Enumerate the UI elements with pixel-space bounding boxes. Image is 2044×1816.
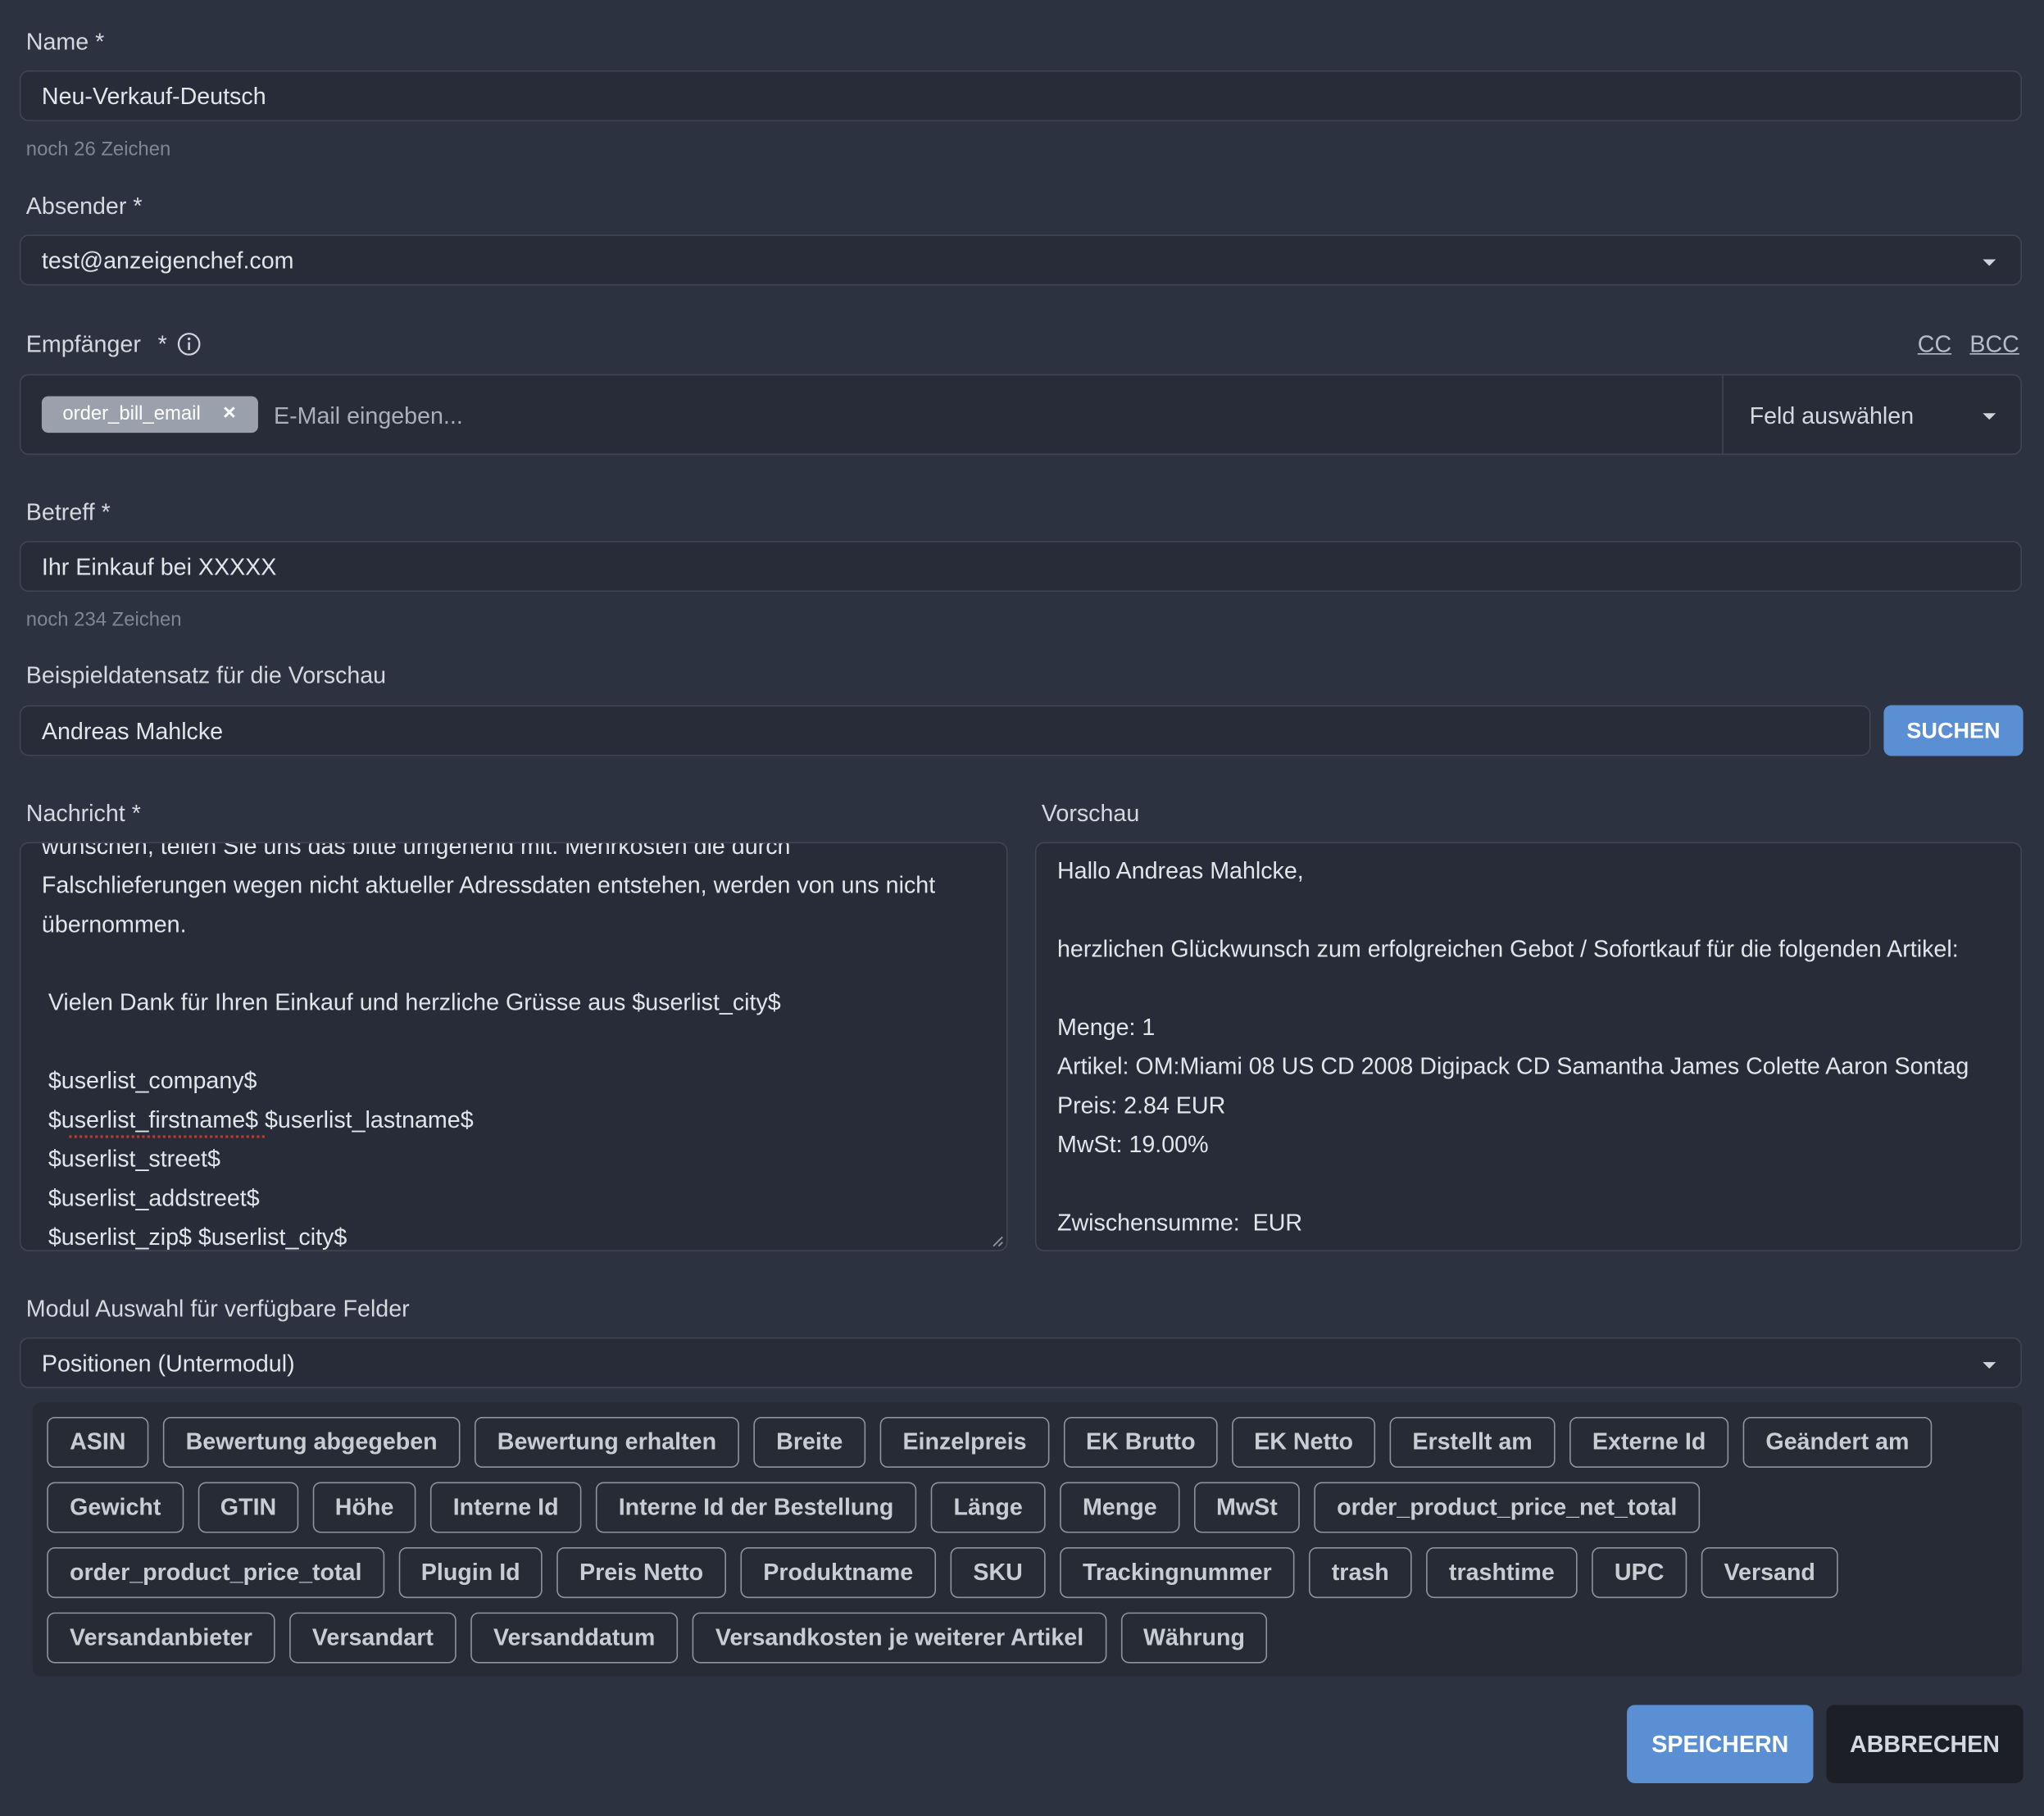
info-icon[interactable] — [176, 331, 202, 357]
field-tag[interactable]: Bewertung erhalten — [474, 1416, 739, 1469]
field-tag[interactable]: Produktname — [740, 1547, 937, 1599]
field-tag[interactable]: SKU — [950, 1547, 1046, 1599]
field-tag[interactable]: EK Netto — [1232, 1416, 1376, 1469]
preview-line: herzlichen Glückwunsch zum erfolgreichen… — [1056, 936, 1959, 962]
field-tag[interactable]: EK Brutto — [1063, 1416, 1218, 1469]
preview-record-value: Andreas Mahlcke — [41, 718, 224, 745]
subject-input-value: Ihr Einkauf bei XXXXX — [41, 554, 277, 580]
field-tag[interactable]: Erstellt am — [1389, 1416, 1556, 1469]
field-tag[interactable]: order_product_price_total — [47, 1547, 385, 1599]
message-line: Falschlieferungen wegen nicht aktueller … — [41, 872, 936, 898]
recipient-input-group: E-Mail eingeben... Feld auswählen — [19, 374, 2023, 456]
resize-handle-icon[interactable] — [991, 1234, 1004, 1247]
preview-line: Menge: 1 — [1056, 1014, 1156, 1041]
field-tag[interactable]: Versand — [1701, 1547, 1838, 1599]
field-tag[interactable]: Versanddatum — [470, 1612, 679, 1664]
subject-char-hint: noch 234 Zeichen — [25, 608, 182, 631]
field-select-dropdown[interactable]: Feld auswählen — [1750, 402, 1915, 429]
cancel-button[interactable]: ABBRECHEN — [1826, 1705, 2024, 1783]
sender-label: Absender * — [25, 193, 143, 220]
preview-pane: Hallo Andreas Mahlcke, herzlichen Glückwu… — [1034, 842, 2023, 1251]
field-tag[interactable]: Menge — [1060, 1482, 1180, 1533]
field-tag[interactable]: ASIN — [47, 1416, 149, 1469]
search-button[interactable]: SUCHEN — [1883, 705, 2024, 756]
preview-record-label: Beispieldatensatz für die Vorschau — [25, 662, 387, 688]
field-tag[interactable]: order_product_price_net_total — [1314, 1482, 1701, 1533]
field-tag[interactable]: Versandart — [289, 1612, 456, 1664]
message-textarea[interactable]: wünschen, teilen Sie uns das bitte umgeh… — [19, 842, 1008, 1251]
chevron-down-icon — [1983, 1362, 1996, 1369]
field-tag[interactable]: Breite — [753, 1416, 866, 1469]
field-tag[interactable]: Geändert am — [1742, 1416, 1933, 1469]
subject-input[interactable]: Ihr Einkauf bei XXXXX — [19, 541, 2023, 592]
field-tag[interactable]: UPC — [1592, 1547, 1687, 1599]
preview-line: Preis: 2.84 EUR — [1056, 1092, 1226, 1119]
field-tag[interactable]: Länge — [930, 1482, 1046, 1533]
preview-line: Hallo Andreas Mahlcke, — [1056, 857, 1304, 884]
field-tag[interactable]: Trackingnummer — [1060, 1547, 1295, 1599]
chevron-down-icon — [1983, 259, 1996, 266]
bcc-link[interactable]: BCC — [1969, 331, 2019, 358]
name-char-hint: noch 26 Zeichen — [25, 138, 171, 161]
field-tag[interactable]: Interne Id der Bestellung — [595, 1482, 917, 1533]
preview-line: MwSt: 19.00% — [1056, 1131, 1209, 1158]
field-tag[interactable]: GTIN — [198, 1482, 299, 1533]
message-line: $userlist_zip$ $userlist_city$ — [41, 1224, 347, 1251]
module-select[interactable]: Positionen (Untermodul) — [19, 1337, 2023, 1388]
field-tag[interactable]: MwSt — [1193, 1482, 1300, 1533]
sender-select-value: test@anzeigenchef.com — [41, 247, 294, 275]
message-label: Nachricht * — [25, 800, 141, 827]
field-tag[interactable]: Bewertung abgegeben — [162, 1416, 461, 1469]
field-tag[interactable]: Währung — [1120, 1612, 1268, 1664]
module-select-value: Positionen (Untermodul) — [41, 1350, 295, 1377]
preview-line: Zwischensumme: EUR — [1056, 1210, 1303, 1236]
email-template-form: Name * Neu-Verkauf-Deutsch noch 26 Zeich… — [0, 0, 2044, 1816]
subject-label: Betreff * — [25, 499, 111, 526]
message-line: $userlist_firstname$ $userlist_lastname$ — [41, 1106, 474, 1133]
field-tag[interactable]: Einzelpreis — [879, 1416, 1050, 1469]
recipient-label: Empfänger * — [26, 331, 167, 358]
recipient-divider — [1722, 375, 1724, 454]
field-tag[interactable]: Versandkosten je weiterer Artikel — [692, 1612, 1107, 1664]
message-line: $userlist_company$ — [41, 1067, 257, 1094]
field-tag[interactable]: trashtime — [1426, 1547, 1578, 1599]
recipient-label-text: Empfänger — [25, 331, 141, 357]
message-line: wünschen, teilen Sie uns das bitte umgeh… — [41, 842, 791, 860]
preview-label: Vorschau — [1041, 800, 1140, 827]
cc-link[interactable]: CC — [1918, 331, 1951, 358]
field-tag[interactable]: Gewicht — [47, 1482, 184, 1533]
sender-select[interactable]: test@anzeigenchef.com — [19, 234, 2023, 286]
field-tag[interactable]: Preis Netto — [556, 1547, 726, 1599]
field-tag[interactable]: Höhe — [312, 1482, 416, 1533]
field-tag[interactable]: Interne Id — [429, 1482, 582, 1533]
chevron-down-icon — [1983, 413, 1996, 420]
message-line: Vielen Dank für Ihren Einkauf und herzli… — [41, 989, 781, 1016]
field-tag[interactable]: Plugin Id — [398, 1547, 543, 1599]
preview-record-input[interactable]: Andreas Mahlcke — [19, 705, 1871, 756]
field-tag[interactable]: Versandanbieter — [47, 1612, 275, 1664]
message-line: $userlist_street$ — [41, 1146, 220, 1172]
close-icon[interactable]: × — [223, 400, 236, 426]
field-tag[interactable]: Externe Id — [1569, 1416, 1729, 1469]
save-button[interactable]: SPEICHERN — [1627, 1705, 1814, 1783]
name-input[interactable]: Neu-Verkauf-Deutsch — [19, 70, 2023, 121]
name-input-value: Neu-Verkauf-Deutsch — [41, 83, 266, 110]
recipient-chip-label: order_bill_email — [62, 402, 201, 425]
module-label: Modul Auswahl für verfügbare Felder — [25, 1296, 410, 1322]
name-label: Name * — [25, 28, 105, 55]
recipient-chip: order_bill_email × — [41, 396, 258, 434]
preview-line: Artikel: OM:Miami 08 US CD 2008 Digipack… — [1056, 1053, 1969, 1080]
message-line: übernommen. — [41, 910, 187, 938]
required-mark: * — [157, 331, 167, 357]
available-fields-panel: ASIN Bewertung abgegeben Bewertung erhalte… — [32, 1402, 2023, 1677]
spellcheck-underline — [69, 1134, 265, 1138]
field-tag[interactable]: trash — [1308, 1547, 1412, 1599]
message-line: $userlist_addstreet$ — [41, 1184, 260, 1211]
recipient-email-input[interactable]: E-Mail eingeben... — [274, 402, 463, 429]
